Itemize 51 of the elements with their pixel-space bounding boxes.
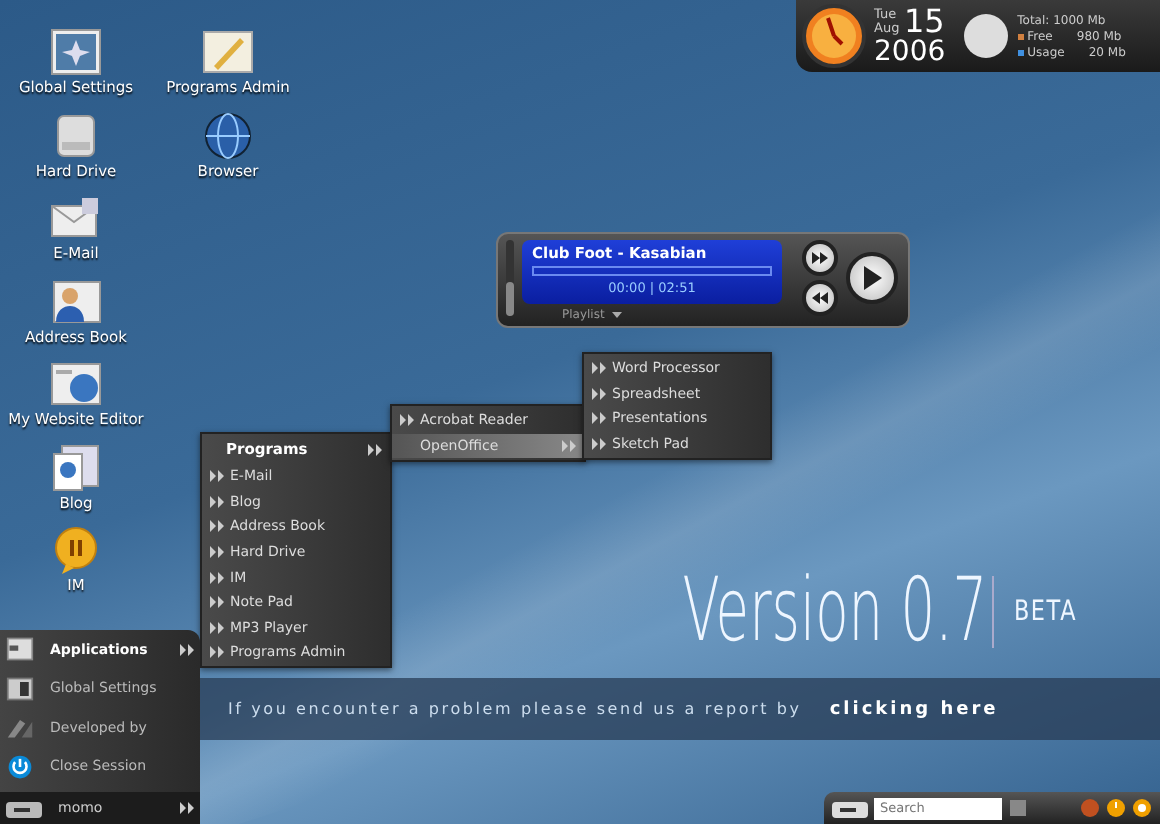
logo-icon[interactable] — [832, 798, 868, 818]
chevrons-icon — [400, 414, 414, 427]
picture-frame-icon — [50, 28, 102, 76]
chevrons-icon — [592, 362, 606, 375]
chevrons-icon — [210, 546, 224, 559]
tools-icon — [6, 714, 34, 741]
forward-button[interactable] — [802, 240, 838, 276]
play-button[interactable] — [846, 252, 898, 304]
disk-icon — [961, 12, 1010, 60]
chevrons-icon — [210, 596, 224, 609]
rewind-button[interactable] — [802, 280, 838, 316]
chevrons-icon — [180, 802, 194, 814]
chevrons-icon — [180, 643, 194, 656]
clock-icon — [802, 4, 866, 68]
fast-forward-icon — [812, 252, 828, 264]
envelope-icon — [50, 194, 102, 242]
banner-message: If you encounter a problem please send us a report by — [228, 700, 802, 718]
beta-label: BETA — [1013, 595, 1077, 627]
chevrons-icon — [368, 443, 382, 455]
square-icon[interactable] — [1008, 798, 1028, 818]
speech-bubble-icon — [50, 526, 102, 574]
globe-document-icon — [50, 360, 102, 408]
chevrons-icon — [210, 571, 224, 584]
chevrons-icon — [210, 520, 224, 533]
rewind-icon — [812, 292, 828, 304]
pencil-sheet-icon — [202, 28, 254, 76]
progress-bar[interactable] — [532, 266, 772, 276]
chevrons-icon — [592, 387, 606, 400]
power-icon — [6, 753, 34, 780]
chevrons-icon — [562, 439, 576, 452]
circle-icon[interactable] — [1132, 798, 1152, 818]
contact-card-icon — [50, 277, 102, 325]
chevrons-icon — [210, 646, 224, 659]
day-text: 15 — [903, 6, 946, 38]
report-link[interactable]: clicking here — [829, 699, 999, 719]
volume-slider[interactable] — [506, 240, 514, 316]
play-icon — [862, 266, 882, 290]
documents-icon — [50, 443, 102, 491]
chevrons-icon — [592, 412, 606, 425]
version-title: Version 0.7 — [680, 560, 990, 662]
chevrons-icon — [210, 621, 224, 634]
year-text: 2006 — [874, 38, 946, 66]
dropdown-icon[interactable] — [612, 310, 623, 320]
window-icon — [6, 675, 34, 702]
chevrons-icon — [210, 470, 224, 483]
chevrons-icon — [592, 438, 606, 451]
logo-icon — [6, 798, 42, 818]
power-icon[interactable] — [1106, 798, 1126, 818]
window-icon — [6, 636, 34, 663]
chevrons-icon — [210, 495, 224, 508]
globe-icon — [202, 111, 254, 159]
